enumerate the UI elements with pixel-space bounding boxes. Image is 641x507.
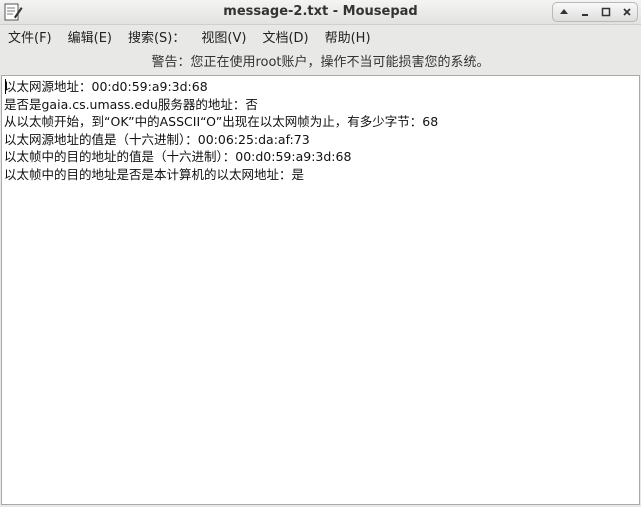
menu-file[interactable]: 文件(F) xyxy=(0,27,60,46)
editor-line[interactable]: 以太帧中的目的地址是否是本计算机的以太网地址：是 xyxy=(4,166,639,184)
root-warning: 警告：您正在使用root账户，操作不当可能损害您的系统。 xyxy=(151,55,490,70)
editor-line[interactable]: 以太网源地址的值是（十六进制）：00:06:25:da:af:73 xyxy=(4,131,639,149)
editor-line[interactable]: 以太帧中的目的地址的值是（十六进制）：00:d0:59:a9:3d:68 xyxy=(4,148,639,166)
menu-bar: 文件(F) 编辑(E) 搜索(S)： 视图(V) 文档(D) 帮助(H) xyxy=(0,25,641,47)
menu-document[interactable]: 文档(D) xyxy=(254,27,316,46)
menu-search[interactable]: 搜索(S)： xyxy=(120,27,193,46)
arrow-up-icon[interactable] xyxy=(553,3,574,21)
menu-edit[interactable]: 编辑(E) xyxy=(60,27,120,46)
menu-view[interactable]: 视图(V) xyxy=(193,27,254,46)
text-cursor xyxy=(5,79,6,94)
editor-line[interactable]: 从以太帧开始，到“OK”中的ASSCII“O”出现在以太网帧为止，有多少字节：6… xyxy=(4,113,639,131)
menu-help[interactable]: 帮助(H) xyxy=(317,27,379,46)
title-bar[interactable]: message-2.txt - Mousepad xyxy=(0,0,641,25)
editor-line[interactable]: 以太网源地址：00:d0:59:a9:3d:68 xyxy=(4,78,639,96)
editor-line[interactable]: 是否是gaia.cs.umass.edu服务器的地址：否 xyxy=(4,96,639,114)
window-title: message-2.txt - Mousepad xyxy=(223,4,418,19)
maximize-icon[interactable] xyxy=(595,3,616,21)
minimize-icon[interactable] xyxy=(574,3,595,21)
window-controls xyxy=(552,2,638,22)
editor-content[interactable]: 以太网源地址：00:d0:59:a9:3d:68 是否是gaia.cs.umas… xyxy=(2,76,639,183)
close-icon[interactable] xyxy=(616,3,637,21)
text-editor[interactable]: 以太网源地址：00:d0:59:a9:3d:68 是否是gaia.cs.umas… xyxy=(1,75,640,505)
